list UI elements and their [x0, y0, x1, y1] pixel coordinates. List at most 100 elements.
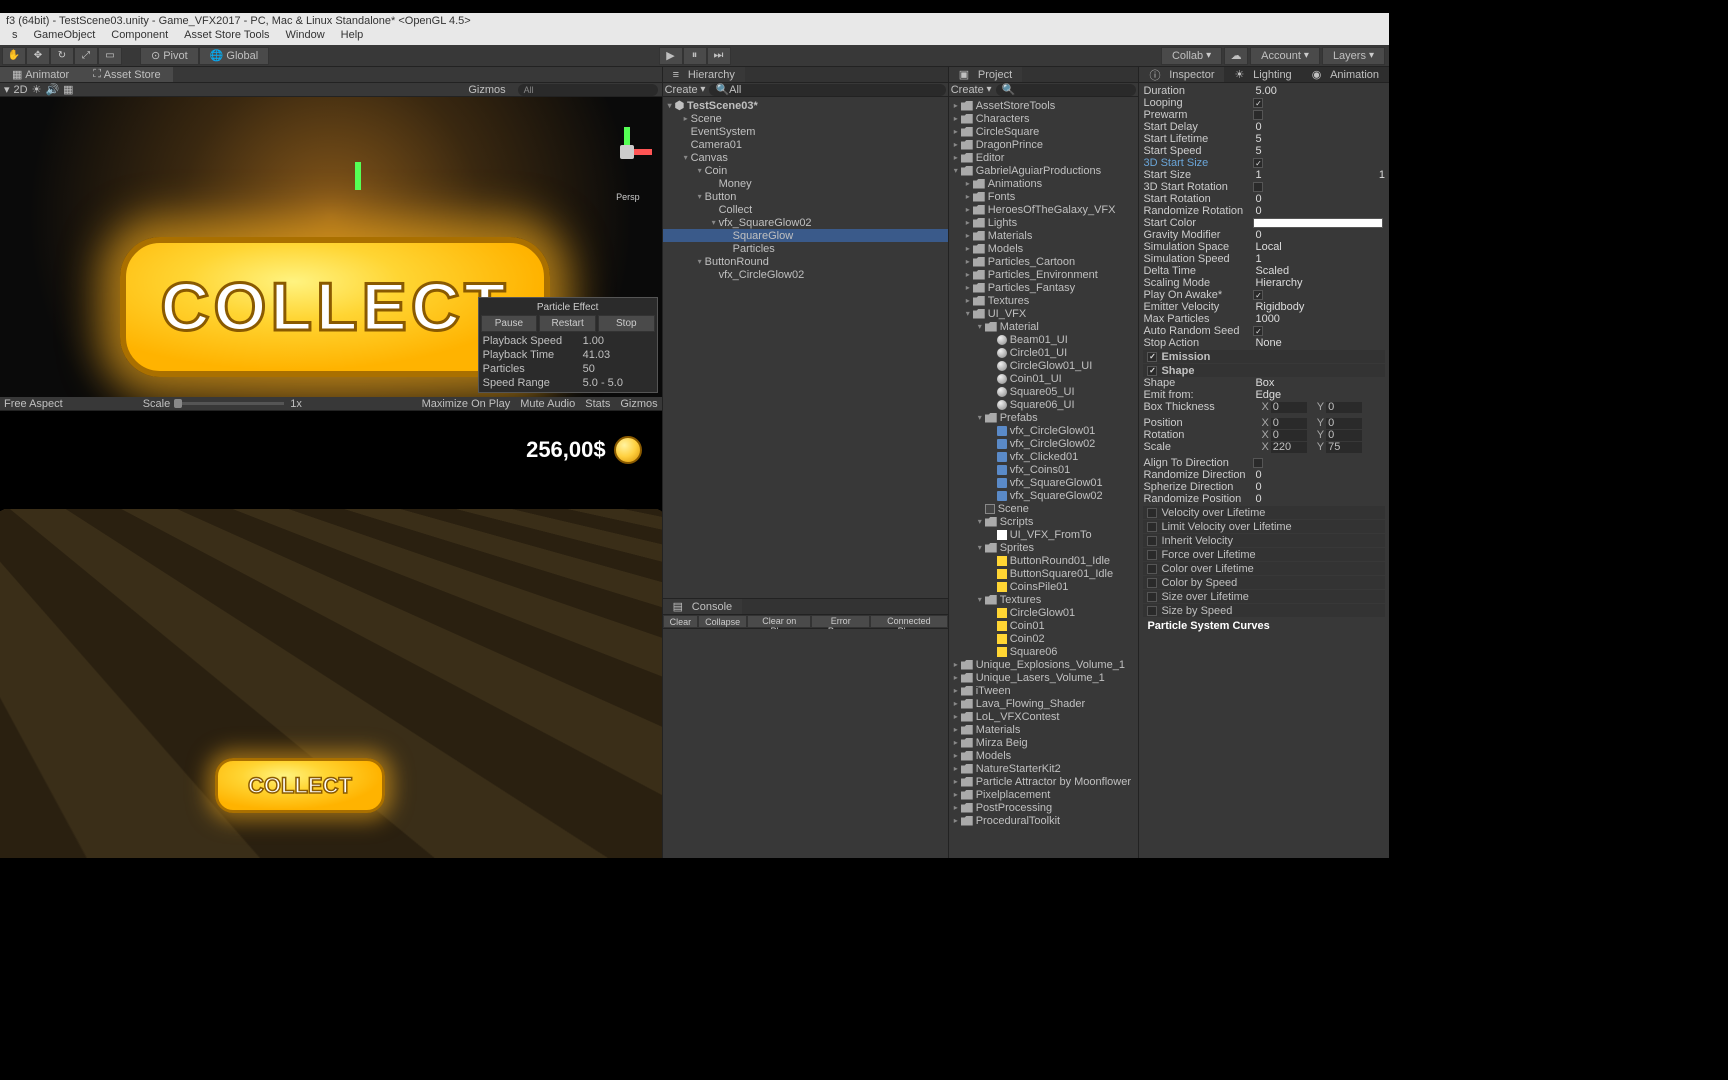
property-value[interactable]: Scaled	[1253, 265, 1385, 277]
project-item[interactable]: Square05_UI	[949, 385, 1139, 398]
scene-orientation-gizmo[interactable]	[602, 127, 652, 177]
expand-arrow-icon[interactable]: ▾	[975, 413, 985, 422]
property-value[interactable]: Local	[1253, 241, 1385, 253]
project-item[interactable]: Square06_UI	[949, 398, 1139, 411]
particle-curves-header[interactable]: Particle System Curves	[1143, 617, 1385, 635]
collab-dropdown[interactable]: Collab ▾	[1161, 47, 1222, 65]
property-value[interactable]: 0	[1253, 121, 1385, 133]
tab-lighting[interactable]: ☀ Lighting	[1224, 67, 1301, 82]
hierarchy-create-dropdown[interactable]: Create	[665, 84, 698, 96]
expand-arrow-icon[interactable]: ▸	[951, 673, 961, 682]
module-checkbox[interactable]	[1147, 606, 1157, 616]
property-value[interactable]: 0	[1253, 493, 1385, 505]
play-button[interactable]: ▶	[659, 47, 683, 65]
project-item[interactable]: vfx_CircleGlow01	[949, 424, 1139, 437]
module-header[interactable]: Size over Lifetime	[1143, 590, 1385, 603]
inspector-property[interactable]: Start Lifetime5	[1143, 133, 1385, 145]
y-value[interactable]: 0	[1326, 430, 1362, 441]
expand-arrow-icon[interactable]: ▾	[963, 309, 973, 318]
hierarchy-item[interactable]: EventSystem	[663, 125, 948, 138]
inspector-property[interactable]: Randomize Position0	[1143, 493, 1385, 505]
checkbox[interactable]	[1253, 182, 1263, 192]
hierarchy-item[interactable]: SquareGlow	[663, 229, 948, 242]
gizmos-dropdown[interactable]: Gizmos	[468, 84, 505, 96]
property-value[interactable]: 5.00	[1253, 85, 1385, 97]
project-item[interactable]: Scene	[949, 502, 1139, 515]
project-item[interactable]: ▸Animations	[949, 177, 1139, 190]
menu-file[interactable]: s	[4, 28, 26, 45]
aspect-dropdown[interactable]: Free Aspect	[4, 398, 63, 410]
module-header[interactable]: Velocity over Lifetime	[1143, 506, 1385, 519]
expand-arrow-icon[interactable]: ▸	[951, 777, 961, 786]
audio-icon[interactable]: 🔊	[45, 83, 59, 96]
project-item[interactable]: ▸DragonPrince	[949, 138, 1139, 151]
stats-toggle[interactable]: Stats	[585, 398, 610, 410]
expand-arrow-icon[interactable]: ▸	[963, 296, 973, 305]
project-item[interactable]: ▸Particle Attractor by Moonflower	[949, 775, 1139, 788]
tab-project[interactable]: ▣ Project	[949, 67, 1022, 82]
project-search[interactable]: 🔍	[996, 84, 1137, 96]
color-swatch[interactable]	[1253, 218, 1383, 228]
project-item[interactable]: Circle01_UI	[949, 346, 1139, 359]
module-checkbox[interactable]	[1147, 578, 1157, 588]
fx-icon[interactable]: ▦	[63, 83, 73, 96]
expand-arrow-icon[interactable]: ▸	[951, 764, 961, 773]
hierarchy-item[interactable]: Particles	[663, 242, 948, 255]
module-header[interactable]: Size by Speed	[1143, 604, 1385, 617]
inspector-property[interactable]: Randomize Direction0	[1143, 469, 1385, 481]
expand-arrow-icon[interactable]: ▸	[951, 140, 961, 149]
project-item[interactable]: ▸Particles_Environment	[949, 268, 1139, 281]
expand-arrow-icon[interactable]: ▸	[951, 686, 961, 695]
project-item[interactable]: ▸LoL_VFXContest	[949, 710, 1139, 723]
checkbox[interactable]	[1253, 110, 1263, 120]
module-checkbox[interactable]	[1147, 550, 1157, 560]
project-item[interactable]: ▸ProceduralToolkit	[949, 814, 1139, 827]
menu-gameobject[interactable]: GameObject	[26, 28, 104, 45]
inspector-property[interactable]: Scaling ModeHierarchy	[1143, 277, 1385, 289]
hierarchy-item[interactable]: vfx_CircleGlow02	[663, 268, 948, 281]
x-value[interactable]: 0	[1271, 402, 1307, 413]
menu-asset-store-tools[interactable]: Asset Store Tools	[176, 28, 277, 45]
inspector-property[interactable]: ScaleX220Y75	[1143, 441, 1385, 453]
particle-restart-button[interactable]: Restart	[539, 315, 596, 332]
project-item[interactable]: ▸Materials	[949, 723, 1139, 736]
project-item[interactable]: ▸Textures	[949, 294, 1139, 307]
expand-arrow-icon[interactable]: ▾	[975, 595, 985, 604]
property-value[interactable]: 5	[1253, 145, 1385, 157]
module-checkbox[interactable]	[1147, 592, 1157, 602]
maximize-on-play[interactable]: Maximize On Play	[422, 398, 511, 410]
console-clear-button[interactable]: Clear	[663, 615, 699, 628]
expand-arrow-icon[interactable]: ▸	[951, 660, 961, 669]
tab-hierarchy[interactable]: ≡ Hierarchy	[663, 67, 745, 82]
property-value[interactable]: 0	[1253, 229, 1385, 241]
checkbox[interactable]: ✓	[1253, 290, 1263, 300]
project-item[interactable]: ▸iTween	[949, 684, 1139, 697]
inspector-property[interactable]: Spherize Direction0	[1143, 481, 1385, 493]
property-value[interactable]: 0	[1253, 205, 1385, 217]
pivot-toggle[interactable]: ⊙Pivot	[140, 47, 199, 65]
shaded-dropdown[interactable]: ▾	[4, 83, 10, 96]
inspector-property[interactable]: Start Speed5	[1143, 145, 1385, 157]
project-item[interactable]: ▸Particles_Fantasy	[949, 281, 1139, 294]
inspector-property[interactable]: Play On Awake*✓	[1143, 289, 1385, 301]
project-item[interactable]: ▸PostProcessing	[949, 801, 1139, 814]
property-value[interactable]: Rigidbody	[1253, 301, 1385, 313]
expand-arrow-icon[interactable]: ▾	[975, 543, 985, 552]
mute-audio[interactable]: Mute Audio	[520, 398, 575, 410]
menu-window[interactable]: Window	[278, 28, 333, 45]
expand-arrow-icon[interactable]: ▸	[951, 803, 961, 812]
inspector-property[interactable]: Start Rotation0	[1143, 193, 1385, 205]
property-value[interactable]: 1000	[1253, 313, 1385, 325]
checkbox[interactable]: ✓	[1253, 98, 1263, 108]
expand-arrow-icon[interactable]: ▾	[695, 257, 705, 266]
inspector-property[interactable]: Stop ActionNone	[1143, 337, 1385, 349]
property-value[interactable]: Box	[1253, 377, 1385, 389]
persp-label[interactable]: Persp	[616, 192, 640, 202]
project-item[interactable]: ▸Particles_Cartoon	[949, 255, 1139, 268]
expand-arrow-icon[interactable]: ▸	[963, 179, 973, 188]
project-item[interactable]: UI_VFX_FromTo	[949, 528, 1139, 541]
y-value[interactable]: 0	[1326, 418, 1362, 429]
project-item[interactable]: Coin01_UI	[949, 372, 1139, 385]
expand-arrow-icon[interactable]: ▸	[951, 101, 961, 110]
console-connected-playe-button[interactable]: Connected Playe	[870, 615, 948, 628]
